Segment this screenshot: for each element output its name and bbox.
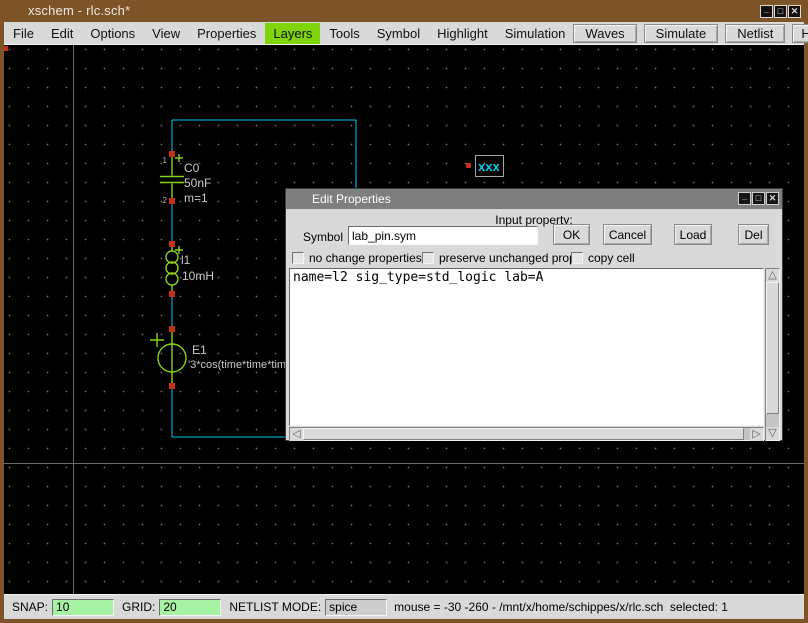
snap-input[interactable]	[52, 599, 114, 616]
load-button[interactable]: Load	[674, 224, 712, 245]
help-button[interactable]: Help	[792, 24, 808, 43]
properties-textarea[interactable]: name=l2 sig_type=std_logic lab=A	[289, 268, 764, 426]
maximize-icon: □	[756, 193, 761, 203]
mouse-info: mouse = -30 -260 - /mnt/x/home/schippes/…	[394, 600, 728, 614]
schematic-canvas[interactable]: 1 2 C0 50nF m=1 l1 10mH	[4, 45, 804, 594]
netlist-mode-label: NETLIST MODE:	[229, 600, 321, 614]
inductor-pin-top	[169, 241, 175, 247]
inductor-coil-1	[166, 251, 178, 263]
xschem-window: xschem - rlc.sch* _ □ ✕ File Edit Option…	[0, 0, 808, 623]
net-label-xxx[interactable]: xxx	[466, 156, 504, 177]
del-button[interactable]: Del	[738, 224, 769, 245]
horizontal-scroll-thumb[interactable]	[303, 428, 744, 440]
snap-label: SNAP:	[12, 600, 48, 614]
capacitor-C0[interactable]: 1 2 C0 50nF m=1	[160, 151, 211, 205]
symbol-input[interactable]	[348, 226, 538, 245]
symbol-label: Symbol	[303, 230, 343, 244]
no-change-properties-label: no change properties	[309, 251, 422, 265]
capacitor-pin2-number: 2	[163, 196, 168, 205]
capacitor-pin1-number: 1	[163, 156, 168, 165]
scroll-down-icon[interactable]: ▽	[766, 427, 779, 440]
minimize-icon: _	[742, 191, 747, 201]
window-minimize-button[interactable]: _	[760, 5, 773, 18]
close-icon: ✕	[769, 193, 777, 203]
inductor-l1[interactable]: l1 10mH	[166, 241, 214, 297]
menu-item-tools[interactable]: Tools	[321, 23, 367, 44]
statusbar: SNAP: GRID: NETLIST MODE: mouse = -30 -2…	[4, 594, 804, 619]
minimize-icon: _	[764, 5, 769, 14]
waves-button[interactable]: Waves	[573, 24, 636, 43]
net-label-pin	[466, 163, 471, 168]
menu-item-highlight[interactable]: Highlight	[429, 23, 496, 44]
inductor-ref: l1	[181, 253, 191, 267]
window-maximize-button[interactable]: □	[774, 5, 787, 18]
vertical-scrollbar[interactable]: △ ▽	[765, 268, 780, 441]
vertical-scroll-thumb[interactable]	[766, 282, 779, 414]
cancel-button[interactable]: Cancel	[603, 224, 652, 245]
dialog-minimize-button[interactable]: _	[738, 192, 751, 205]
source-pin-bottom	[169, 383, 175, 389]
horizontal-scrollbar[interactable]: ◁ ▷	[289, 427, 764, 441]
net-label-text: xxx	[478, 159, 500, 174]
simulate-button[interactable]: Simulate	[644, 24, 719, 43]
copy-cell-checkbox[interactable]	[571, 252, 583, 264]
window-controls: _ □ ✕	[760, 5, 801, 18]
window-titlebar[interactable]: xschem - rlc.sch* _ □ ✕	[0, 0, 808, 22]
dialog-title: Edit Properties	[312, 189, 391, 209]
no-change-properties-option: no change properties	[292, 251, 422, 265]
grid-label: GRID:	[122, 600, 155, 614]
menu-item-symbol[interactable]: Symbol	[369, 23, 428, 44]
source-pin-top	[169, 326, 175, 332]
grid-input[interactable]	[159, 599, 221, 616]
source-leads	[150, 332, 172, 383]
dialog-close-button[interactable]: ✕	[766, 192, 779, 205]
capacitor-mult: m=1	[184, 191, 208, 205]
ok-button[interactable]: OK	[553, 224, 590, 245]
dialog-maximize-button[interactable]: □	[752, 192, 765, 205]
window-close-button[interactable]: ✕	[788, 5, 801, 18]
copy-cell-label: copy cell	[588, 251, 635, 265]
source-ref: E1	[192, 343, 207, 357]
inductor-value: 10mH	[182, 269, 214, 283]
capacitor-value: 50nF	[184, 176, 211, 190]
copy-cell-option: copy cell	[571, 251, 635, 265]
preserve-unchanged-props-option: preserve unchanged props	[422, 251, 582, 265]
scroll-left-icon[interactable]: ◁	[290, 428, 303, 441]
netlist-mode-input[interactable]	[325, 599, 387, 616]
dialog-controls: _ □ ✕	[738, 192, 779, 205]
inductor-coil-3	[166, 273, 178, 285]
preserve-unchanged-props-label: preserve unchanged props	[439, 251, 582, 265]
menu-item-file[interactable]: File	[5, 23, 42, 44]
inductor-coil-2	[166, 262, 178, 274]
dialog-titlebar[interactable]: Edit Properties _ □ ✕	[286, 189, 782, 209]
window-title: xschem - rlc.sch*	[28, 0, 130, 22]
scroll-up-icon[interactable]: △	[766, 269, 779, 282]
netlist-button[interactable]: Netlist	[725, 24, 785, 43]
no-change-properties-checkbox[interactable]	[292, 252, 304, 264]
source-value: '3*cos(time*time*time*	[188, 359, 297, 371]
menu-item-view[interactable]: View	[144, 23, 188, 44]
capacitor-ref: C0	[184, 161, 200, 175]
scroll-right-icon[interactable]: ▷	[750, 428, 763, 441]
menu-item-edit[interactable]: Edit	[43, 23, 81, 44]
menubar: File Edit Options View Properties Layers…	[4, 22, 804, 45]
preserve-unchanged-props-checkbox[interactable]	[422, 252, 434, 264]
maximize-icon: □	[778, 6, 783, 16]
close-icon: ✕	[791, 6, 799, 16]
capacitor-pin-2	[169, 198, 175, 204]
capacitor-pin-1	[169, 151, 175, 157]
inductor-pin-bottom	[169, 291, 175, 297]
edit-properties-dialog: Edit Properties _ □ ✕ Input property: Sy…	[285, 188, 783, 441]
menu-item-properties[interactable]: Properties	[189, 23, 264, 44]
origin-marker	[4, 46, 8, 51]
menu-item-options[interactable]: Options	[82, 23, 143, 44]
menu-item-simulation[interactable]: Simulation	[497, 23, 574, 44]
voltage-source-E1[interactable]: E1 '3*cos(time*time*time*	[150, 326, 297, 389]
menu-item-layers[interactable]: Layers	[265, 23, 320, 44]
